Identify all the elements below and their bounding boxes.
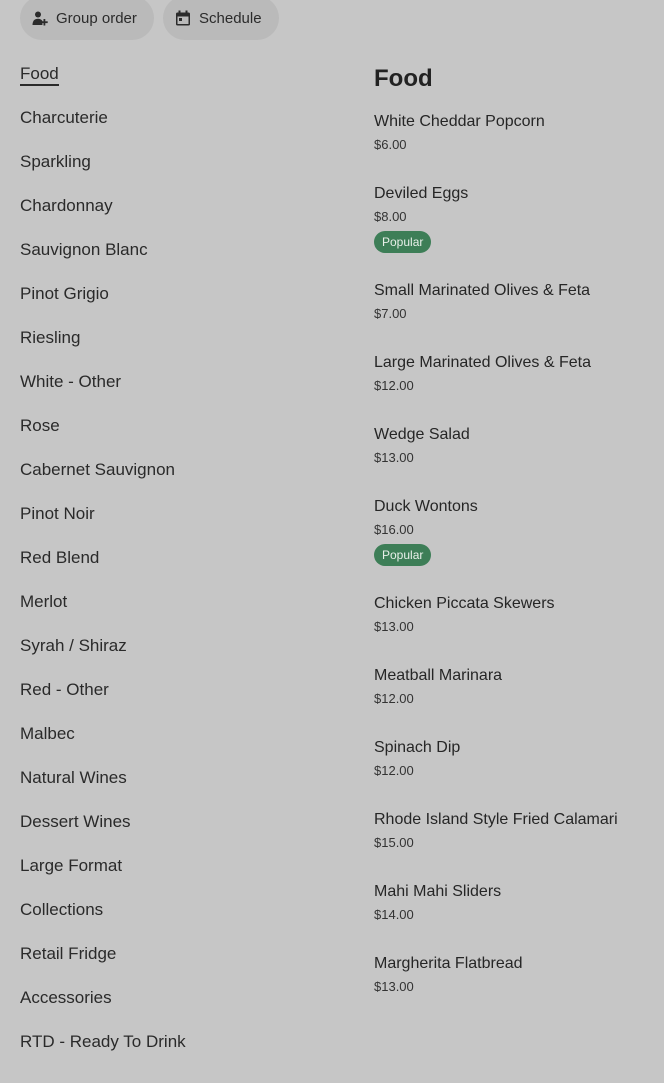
category-item-syrah-shiraz[interactable]: Syrah / Shiraz bbox=[20, 635, 320, 679]
category-item-merlot[interactable]: Merlot bbox=[20, 591, 320, 635]
category-item-accessories[interactable]: Accessories bbox=[20, 987, 320, 1031]
menu-item[interactable]: Wedge Salad $13.00 bbox=[374, 424, 664, 496]
category-item-large-format[interactable]: Large Format bbox=[20, 855, 320, 899]
menu-item[interactable]: Rhode Island Style Fried Calamari $15.00 bbox=[374, 809, 664, 881]
menu-item[interactable]: Small Marinated Olives & Feta $7.00 bbox=[374, 280, 664, 352]
category-nav: Food Charcuterie Sparkling Chardonnay Sa… bbox=[20, 63, 320, 1075]
category-item-natural-wines[interactable]: Natural Wines bbox=[20, 767, 320, 811]
category-item-red-other[interactable]: Red - Other bbox=[20, 679, 320, 723]
category-item-white-other[interactable]: White - Other bbox=[20, 371, 320, 415]
menu-item[interactable]: Mahi Mahi Sliders $14.00 bbox=[374, 881, 664, 953]
popular-badge: Popular bbox=[374, 544, 432, 566]
category-label: Natural Wines bbox=[20, 768, 127, 787]
category-item-rose[interactable]: Rose bbox=[20, 415, 320, 459]
menu-item[interactable]: Duck Wontons $16.00 Popular bbox=[374, 496, 664, 593]
category-item-rtd[interactable]: RTD - Ready To Drink bbox=[20, 1031, 320, 1075]
category-label: Syrah / Shiraz bbox=[20, 636, 127, 655]
item-price: $7.00 bbox=[374, 306, 407, 321]
category-item-pinot-noir[interactable]: Pinot Noir bbox=[20, 503, 320, 547]
group-order-label: Group order bbox=[56, 9, 137, 27]
category-label: Red - Other bbox=[20, 680, 109, 699]
menu-section: Food White Cheddar Popcorn $6.00 Deviled… bbox=[374, 62, 664, 1025]
category-item-red-blend[interactable]: Red Blend bbox=[20, 547, 320, 591]
menu-item-list: White Cheddar Popcorn $6.00 Deviled Eggs… bbox=[374, 111, 664, 1025]
schedule-label: Schedule bbox=[199, 9, 262, 27]
menu-item[interactable]: Large Marinated Olives & Feta $12.00 bbox=[374, 352, 664, 424]
category-item-sparkling[interactable]: Sparkling bbox=[20, 151, 320, 195]
category-label: Pinot Grigio bbox=[20, 284, 109, 303]
item-price: $13.00 bbox=[374, 450, 414, 465]
category-label: Cabernet Sauvignon bbox=[20, 460, 176, 479]
category-label: Dessert Wines bbox=[20, 812, 131, 831]
category-label: Rose bbox=[20, 416, 60, 435]
category-item-pinot-grigio[interactable]: Pinot Grigio bbox=[20, 283, 320, 327]
item-name: Deviled Eggs bbox=[374, 185, 469, 202]
menu-item[interactable]: Chicken Piccata Skewers $13.00 bbox=[374, 593, 664, 665]
person-add-icon bbox=[32, 10, 48, 26]
category-item-retail-fridge[interactable]: Retail Fridge bbox=[20, 943, 320, 987]
item-price: $12.00 bbox=[374, 378, 414, 393]
menu-item[interactable]: White Cheddar Popcorn $6.00 bbox=[374, 111, 664, 183]
category-label: Riesling bbox=[20, 328, 81, 347]
item-name: Large Marinated Olives & Feta bbox=[374, 354, 591, 371]
category-label: Red Blend bbox=[20, 548, 100, 567]
category-item-sauvignon-blanc[interactable]: Sauvignon Blanc bbox=[20, 239, 320, 283]
category-label: Accessories bbox=[20, 988, 112, 1007]
item-price: $13.00 bbox=[374, 979, 414, 994]
menu-item[interactable]: Margherita Flatbread $13.00 bbox=[374, 953, 664, 1025]
item-price: $15.00 bbox=[374, 835, 414, 850]
category-label: Retail Fridge bbox=[20, 944, 117, 963]
item-price: $14.00 bbox=[374, 907, 414, 922]
item-name: Wedge Salad bbox=[374, 426, 470, 443]
item-name: Spinach Dip bbox=[374, 739, 461, 756]
category-label: Charcuterie bbox=[20, 108, 108, 127]
category-label: Chardonnay bbox=[20, 196, 113, 215]
category-label: Pinot Noir bbox=[20, 504, 95, 523]
item-name: Rhode Island Style Fried Calamari bbox=[374, 811, 618, 828]
top-action-bar: Group order Schedule bbox=[20, 0, 279, 40]
item-name: Small Marinated Olives & Feta bbox=[374, 282, 591, 299]
item-price: $16.00 bbox=[374, 522, 414, 537]
item-name: Meatball Marinara bbox=[374, 667, 503, 684]
item-price: $8.00 bbox=[374, 209, 407, 224]
category-item-charcuterie[interactable]: Charcuterie bbox=[20, 107, 320, 151]
category-label: White - Other bbox=[20, 372, 122, 391]
popular-badge: Popular bbox=[374, 231, 432, 253]
category-label: Merlot bbox=[20, 592, 68, 611]
category-item-malbec[interactable]: Malbec bbox=[20, 723, 320, 767]
category-label: Large Format bbox=[20, 856, 123, 875]
menu-item[interactable]: Meatball Marinara $12.00 bbox=[374, 665, 664, 737]
item-name: Chicken Piccata Skewers bbox=[374, 595, 555, 612]
category-label: Sparkling bbox=[20, 152, 91, 171]
category-item-food[interactable]: Food bbox=[20, 63, 320, 107]
category-item-cabernet-sauvignon[interactable]: Cabernet Sauvignon bbox=[20, 459, 320, 503]
item-name: Margherita Flatbread bbox=[374, 955, 523, 972]
menu-item[interactable]: Deviled Eggs $8.00 Popular bbox=[374, 183, 664, 280]
section-title: Food bbox=[374, 65, 433, 92]
category-item-dessert-wines[interactable]: Dessert Wines bbox=[20, 811, 320, 855]
item-price: $12.00 bbox=[374, 691, 414, 706]
category-item-riesling[interactable]: Riesling bbox=[20, 327, 320, 371]
group-order-button[interactable]: Group order bbox=[20, 0, 154, 40]
item-price: $6.00 bbox=[374, 137, 407, 152]
category-label: RTD - Ready To Drink bbox=[20, 1032, 186, 1051]
item-price: $13.00 bbox=[374, 619, 414, 634]
item-price: $12.00 bbox=[374, 763, 414, 778]
category-label: Collections bbox=[20, 900, 104, 919]
item-name: Duck Wontons bbox=[374, 498, 478, 515]
calendar-icon bbox=[175, 10, 191, 26]
category-item-chardonnay[interactable]: Chardonnay bbox=[20, 195, 320, 239]
item-name: White Cheddar Popcorn bbox=[374, 113, 545, 130]
item-name: Mahi Mahi Sliders bbox=[374, 883, 502, 900]
category-label: Malbec bbox=[20, 724, 75, 743]
category-label: Sauvignon Blanc bbox=[20, 240, 148, 259]
category-label: Food bbox=[20, 64, 59, 86]
menu-item[interactable]: Spinach Dip $12.00 bbox=[374, 737, 664, 809]
schedule-button[interactable]: Schedule bbox=[163, 0, 279, 40]
category-item-collections[interactable]: Collections bbox=[20, 899, 320, 943]
